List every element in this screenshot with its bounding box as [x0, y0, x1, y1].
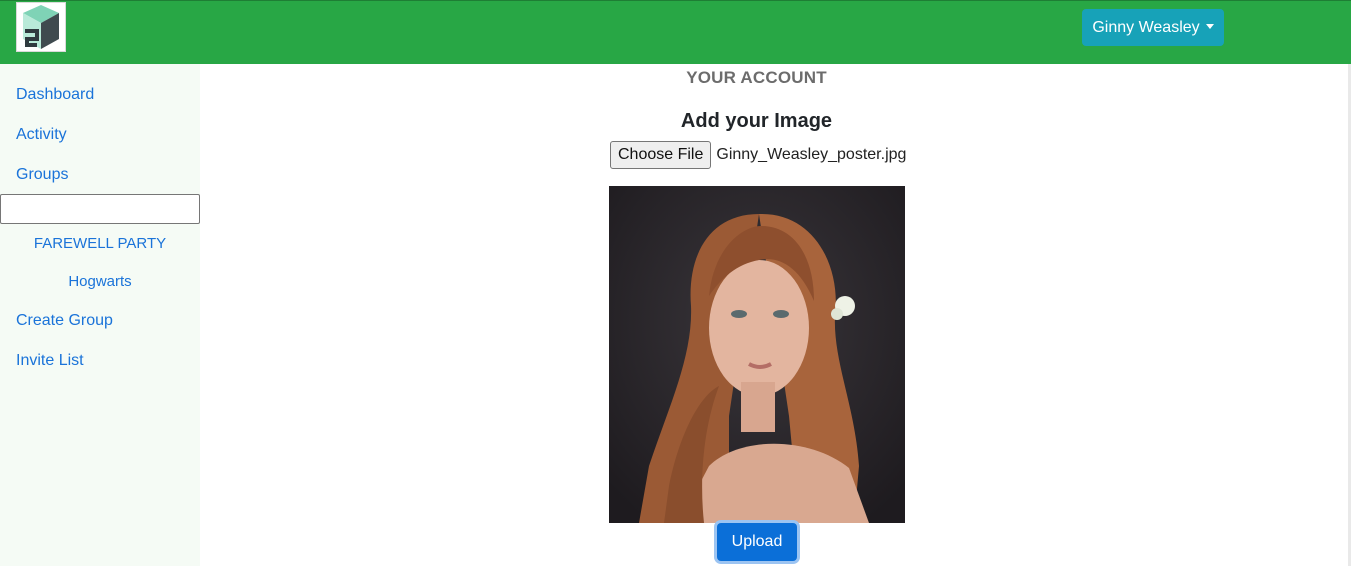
selected-file-name: Ginny_Weasley_poster.jpg: [716, 146, 907, 163]
main-content: YOUR ACCOUNT Add your Image Choose File …: [200, 64, 1351, 566]
page-title: YOUR ACCOUNT: [686, 68, 827, 87]
user-menu-button[interactable]: Ginny Weasley: [1082, 9, 1224, 46]
sidebar-item-invite-list[interactable]: Invite List: [16, 352, 84, 370]
group-link-farewell-party[interactable]: FAREWELL PARTY: [0, 235, 200, 252]
sidebar-item-activity[interactable]: Activity: [16, 126, 67, 144]
section-title: Add your Image: [680, 110, 833, 132]
sidebar: Dashboard Activity Groups FAREWELL PARTY…: [0, 64, 200, 566]
upload-button[interactable]: Upload: [717, 523, 797, 561]
sidebar-item-groups[interactable]: Groups: [16, 166, 68, 184]
file-input[interactable]: Choose File Ginny_Weasley_poster.jpg: [610, 141, 906, 169]
top-navbar: Ginny Weasley: [0, 0, 1351, 64]
sidebar-item-dashboard[interactable]: Dashboard: [16, 86, 94, 104]
user-name: Ginny Weasley: [1092, 18, 1200, 36]
choose-file-button[interactable]: Choose File: [610, 141, 712, 169]
group-search-input[interactable]: [0, 194, 200, 224]
caret-down-icon: [1205, 24, 1214, 29]
sidebar-item-create-group[interactable]: Create Group: [16, 312, 113, 330]
app-logo-icon[interactable]: [16, 2, 66, 52]
image-preview: [609, 186, 905, 523]
group-link-hogwarts[interactable]: Hogwarts: [0, 273, 200, 290]
